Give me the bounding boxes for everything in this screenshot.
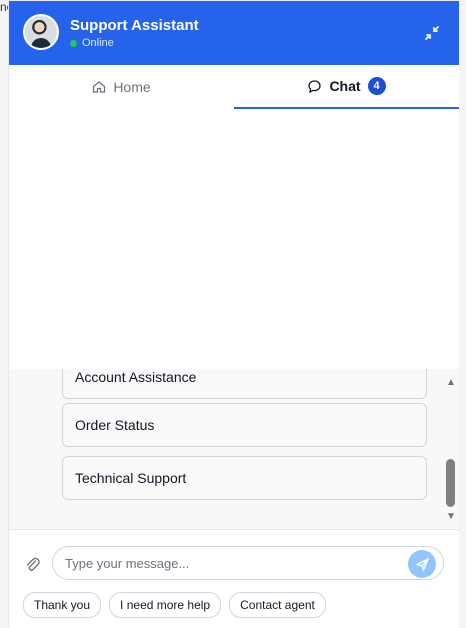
- home-icon: [93, 81, 106, 93]
- paperclip-icon[interactable]: [23, 555, 41, 573]
- tab-home-label: Home: [113, 79, 151, 95]
- tab-chat-label: Chat: [329, 78, 361, 94]
- chip-thank-you[interactable]: Thank you: [23, 592, 102, 618]
- chip-need-more-help[interactable]: I need more help: [109, 592, 222, 618]
- status-label: Online: [82, 37, 114, 49]
- tab-bar: Home Chat 4: [9, 65, 459, 110]
- empty-chat-space: [9, 109, 459, 369]
- send-icon: [415, 557, 429, 571]
- chip-contact-agent[interactable]: Contact agent: [229, 592, 326, 618]
- online-status: Online: [70, 37, 114, 49]
- option-technical-support[interactable]: Technical Support: [62, 456, 427, 500]
- tab-chat[interactable]: Chat 4: [234, 65, 459, 109]
- collapse-icon[interactable]: [423, 24, 441, 42]
- header-title: Support Assistant: [70, 17, 199, 34]
- chat-count-badge: 4: [367, 77, 386, 95]
- option-account-assistance[interactable]: Account Assistance: [62, 369, 427, 399]
- option-order-status[interactable]: Order Status: [62, 403, 427, 447]
- support-avatar: [23, 14, 59, 50]
- message-input[interactable]: [52, 546, 444, 580]
- chat-header: Support Assistant Online: [9, 1, 459, 65]
- support-chat-widget: Support Assistant Online Home Chat 4 Acc…: [8, 0, 459, 628]
- message-composer: Thank you I need more help Contact agent: [9, 531, 459, 628]
- scroll-up-arrow-icon[interactable]: ▲: [445, 377, 457, 389]
- scroll-down-arrow-icon[interactable]: ▼: [445, 511, 457, 523]
- send-button[interactable]: [408, 550, 436, 578]
- quick-reply-chips: Thank you I need more help Contact agent: [23, 592, 326, 618]
- tab-home[interactable]: Home: [9, 65, 234, 109]
- chat-icon: [308, 79, 322, 93]
- message-area: Account Assistance Order Status Technica…: [9, 369, 459, 530]
- online-dot-icon: [70, 39, 77, 47]
- scrollbar-thumb[interactable]: [446, 459, 455, 507]
